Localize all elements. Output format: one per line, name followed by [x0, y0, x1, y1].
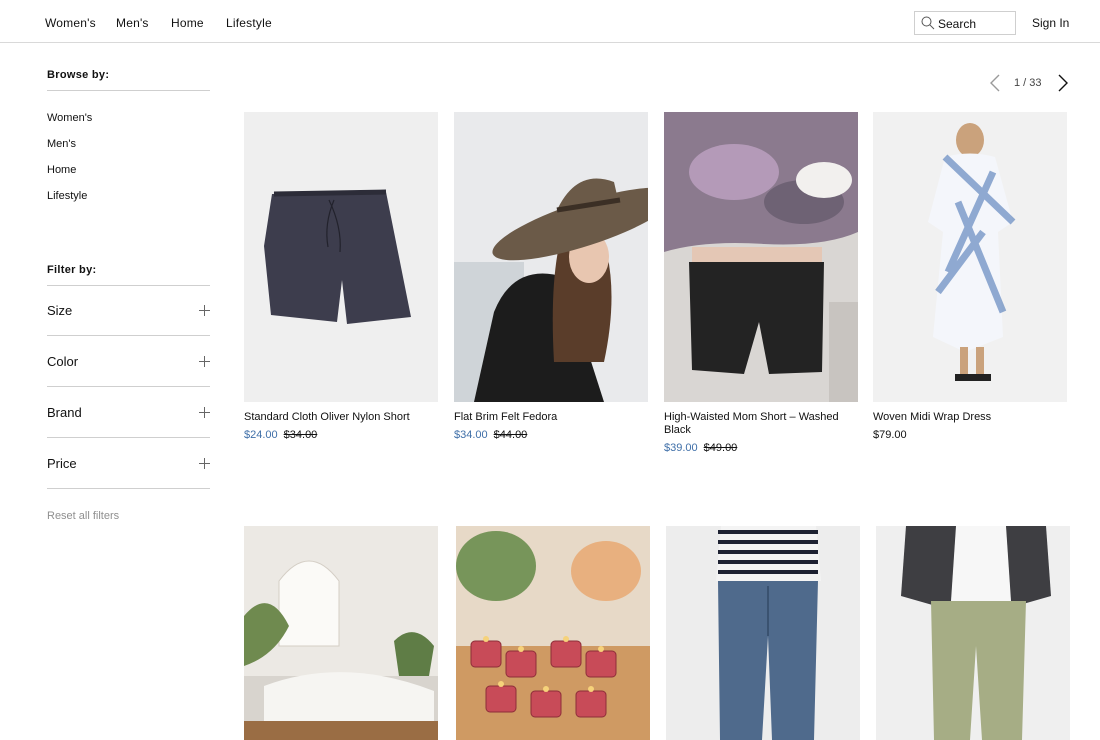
product-name[interactable]: Woven Midi Wrap Dress	[873, 411, 1053, 424]
product-name[interactable]: Standard Cloth Oliver Nylon Short	[244, 411, 424, 424]
browse-item-home[interactable]: Home	[47, 164, 76, 176]
filter-brand[interactable]: Brand	[47, 388, 210, 438]
product-image[interactable]	[244, 112, 438, 402]
original-price: $44.00	[493, 429, 528, 441]
filter-size[interactable]: Size	[47, 286, 210, 336]
product-price: $79.00	[873, 429, 907, 441]
product-image[interactable]	[873, 112, 1067, 402]
product-image[interactable]	[876, 526, 1070, 740]
nav-link-lifestyle[interactable]: Lifestyle	[226, 16, 272, 30]
product-image[interactable]	[454, 112, 648, 402]
product-image[interactable]	[244, 526, 438, 740]
product-price: $24.00 $34.00	[244, 429, 317, 441]
original-price: $34.00	[283, 429, 318, 441]
product-image[interactable]	[664, 112, 858, 402]
filter-price[interactable]: Price	[47, 439, 210, 489]
browse-heading: Browse by:	[47, 69, 110, 81]
filter-heading: Filter by:	[47, 264, 97, 276]
chevron-right-icon[interactable]	[1056, 73, 1070, 93]
nav-link-mens[interactable]: Men's	[116, 16, 149, 30]
browse-item-lifestyle[interactable]: Lifestyle	[47, 190, 87, 202]
page-indicator: 1 / 33	[1014, 77, 1042, 89]
filter-color[interactable]: Color	[47, 337, 210, 387]
product-image[interactable]	[456, 526, 650, 740]
plus-icon	[199, 305, 210, 316]
product-name[interactable]: High-Waisted Mom Short – Washed Black	[664, 411, 844, 437]
browse-item-womens[interactable]: Women's	[47, 112, 92, 124]
nav-link-womens[interactable]: Women's	[45, 16, 96, 30]
nav-link-home[interactable]: Home	[171, 16, 204, 30]
price: $79.00	[873, 429, 907, 441]
sale-price: $34.00	[454, 429, 488, 441]
divider	[47, 90, 210, 91]
product-name[interactable]: Flat Brim Felt Fedora	[454, 411, 634, 424]
plus-icon	[199, 356, 210, 367]
filter-label: Price	[47, 456, 77, 471]
sale-price: $39.00	[664, 442, 698, 454]
product-price: $39.00 $49.00	[664, 442, 737, 454]
browse-item-mens[interactable]: Men's	[47, 138, 76, 150]
chevron-left-icon[interactable]	[988, 73, 1002, 93]
top-nav: Women's Men's Home Lifestyle Search Sign…	[0, 0, 1100, 43]
filter-label: Brand	[47, 405, 82, 420]
search-icon	[921, 16, 935, 30]
sign-in-link[interactable]: Sign In	[1032, 16, 1069, 30]
sale-price: $24.00	[244, 429, 278, 441]
reset-filters-link[interactable]: Reset all filters	[47, 510, 119, 522]
search-label: Search	[938, 17, 977, 31]
plus-icon	[199, 458, 210, 469]
product-image[interactable]	[666, 526, 860, 740]
original-price: $49.00	[703, 442, 738, 454]
product-price: $34.00 $44.00	[454, 429, 527, 441]
plus-icon	[199, 407, 210, 418]
filter-label: Size	[47, 303, 73, 318]
search-input[interactable]: Search	[914, 11, 1016, 35]
filter-label: Color	[47, 354, 79, 369]
